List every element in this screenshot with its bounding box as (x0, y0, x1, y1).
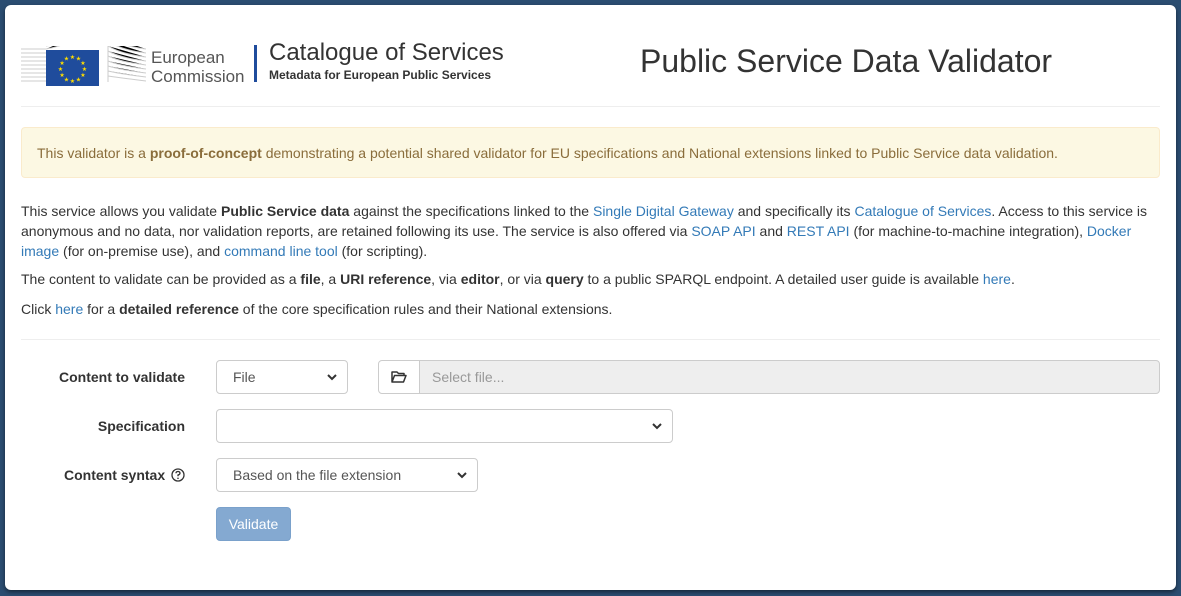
validate-button[interactable]: Validate (216, 507, 291, 541)
star-icon: ★ (70, 54, 75, 61)
page-title: Public Service Data Validator (640, 43, 1053, 79)
text: (for machine-to-machine integration), (849, 223, 1087, 239)
folder-open-icon (391, 371, 407, 383)
text: This validator is a (37, 145, 150, 161)
text: . (1010, 271, 1015, 287)
content-info-paragraph: The content to validate can be provided … (21, 269, 1160, 289)
bold-text: query (545, 271, 584, 287)
specification-label: Specification (97, 418, 185, 434)
chevron-down-icon (652, 423, 662, 430)
link[interactable]: here (55, 301, 83, 317)
divider (21, 339, 1160, 340)
text: and (755, 223, 787, 239)
text: This service allows you validate (21, 203, 221, 219)
main-card: ★ ★ ★ ★ ★ ★ ★ ★ ★ ★ ★ ★ European Commission Catalog… (5, 5, 1176, 590)
content-syntax-label-text: Content syntax (63, 467, 166, 483)
star-icon: ★ (76, 76, 81, 83)
file-placeholder: Select file... (432, 369, 505, 385)
text: (for scripting). (337, 243, 428, 259)
link[interactable]: here (983, 271, 1011, 287)
european-commission-logo: ★ ★★★★★★★★★★★ (21, 46, 146, 86)
proof-of-concept-alert: This validator is a proof-of-concept dem… (21, 127, 1160, 178)
text: and specifically its (733, 203, 855, 219)
catalogue-subtitle: Metadata for European Public Services (269, 68, 492, 82)
content-syntax-select[interactable]: Based on the file extension (216, 458, 478, 492)
text: Click (21, 301, 56, 317)
star-icon: ★ (70, 78, 75, 85)
text: , a (320, 271, 341, 287)
content-type-value: File (233, 369, 256, 385)
link[interactable]: SOAP API (691, 223, 755, 239)
text: of the core specification rules and thei… (238, 301, 613, 317)
chevron-down-icon (457, 472, 467, 479)
text: against the specifications linked to the (349, 203, 593, 219)
header: ★ ★ ★ ★ ★ ★ ★ ★ ★ ★ ★ ★ European Commission Catalog… (21, 5, 1160, 107)
intro-paragraph: This service allows you validate Public … (21, 201, 1160, 261)
text: , via (431, 271, 461, 287)
bold-text: detailed reference (119, 301, 239, 317)
browse-file-button[interactable] (378, 360, 420, 394)
content-syntax-value: Based on the file extension (233, 467, 402, 483)
file-input[interactable]: Select file... (419, 360, 1160, 394)
star-icon: ★ (58, 66, 63, 73)
organization-name: European Commission (151, 48, 245, 86)
bold-text: file (300, 271, 321, 287)
catalogue-title: Catalogue of Services (269, 39, 504, 66)
chevron-down-icon (327, 374, 337, 381)
reference-info-paragraph: Click here for a detailed reference of t… (21, 299, 1160, 319)
text: (for on-premise use), and (59, 243, 225, 259)
text: for a (83, 301, 120, 317)
org-line-1: European (151, 48, 225, 67)
link[interactable]: Single Digital Gateway (593, 203, 734, 219)
bold-text: editor (460, 271, 500, 287)
link[interactable]: Catalogue of Services (854, 203, 991, 219)
content-to-validate-label: Content to validate (58, 369, 185, 385)
text: demonstrating a potential shared validat… (261, 145, 1058, 161)
link[interactable]: command line tool (224, 243, 338, 259)
text: , or via (499, 271, 546, 287)
bold-text: URI reference (340, 271, 432, 287)
star-icon: ★ (80, 60, 85, 67)
org-line-2: Commission (151, 67, 245, 86)
star-icon: ★ (82, 66, 87, 73)
text: to a public SPARQL endpoint. A detailed … (583, 271, 983, 287)
bold-text: Public Service data (220, 203, 350, 219)
text: The content to validate can be provided … (21, 271, 301, 287)
star-icon: ★ (59, 72, 64, 79)
star-icon: ★ (64, 56, 69, 63)
divider-bar (254, 45, 257, 82)
link[interactable]: REST API (787, 223, 850, 239)
specification-select[interactable] (216, 409, 673, 443)
content-syntax-label: Content syntax (20, 467, 185, 483)
bold-text: proof-of-concept (149, 145, 262, 161)
help-icon[interactable] (171, 468, 185, 482)
content-type-select[interactable]: File (216, 360, 348, 394)
